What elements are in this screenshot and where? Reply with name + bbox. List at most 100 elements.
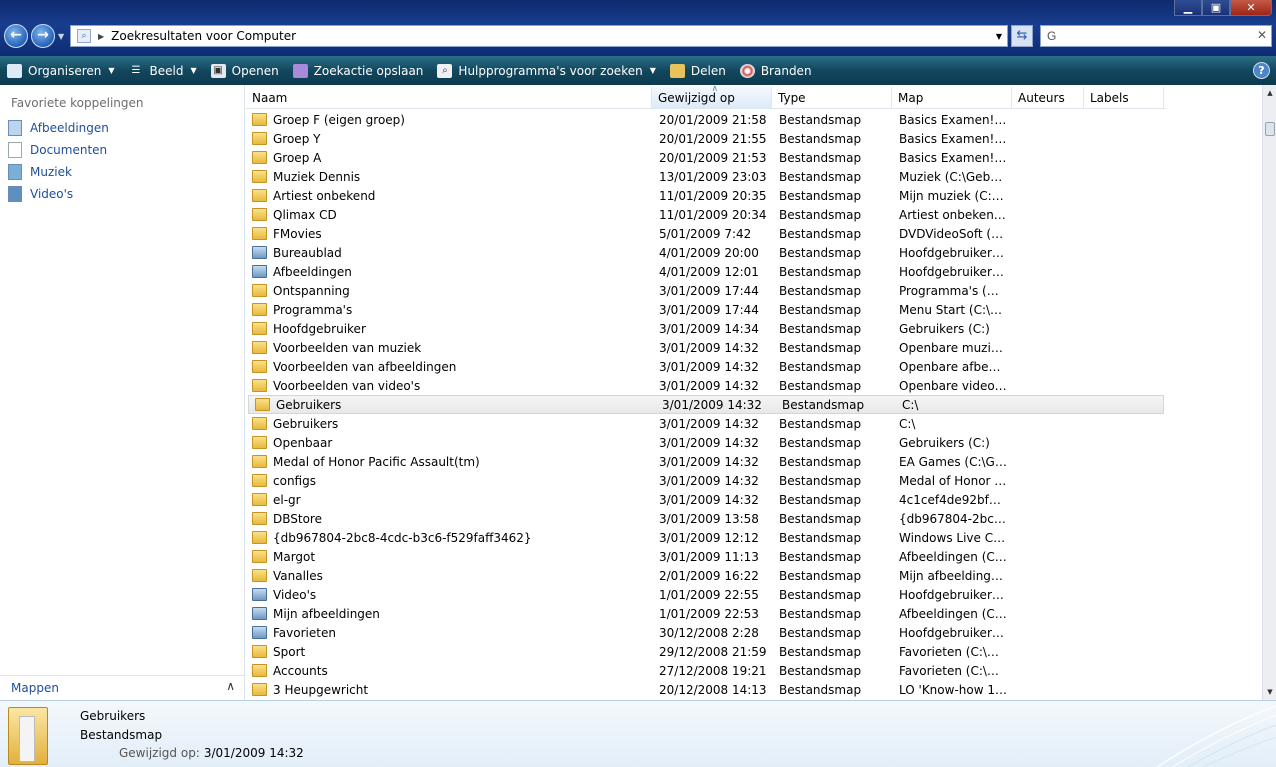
cell-name: Gebruikers xyxy=(249,398,655,412)
cell-name: Groep A xyxy=(246,151,652,165)
table-row[interactable]: Ontspanning 3/01/2009 17:44 Bestandsmap Pro… xyxy=(246,281,1262,300)
table-row[interactable]: Gebruikers 3/01/2009 14:32 Bestandsmap C:\ xyxy=(248,395,1164,414)
table-row[interactable]: 3 Heupgewricht 20/12/2008 14:13 Bestandsma… xyxy=(246,680,1262,699)
open-icon: ▣ xyxy=(210,63,226,78)
table-row[interactable]: Sport 29/12/2008 21:59 Bestandsmap Favoriet… xyxy=(246,642,1262,661)
table-row[interactable]: Artiest onbekend 11/01/2009 20:35 Bestands… xyxy=(246,186,1262,205)
address-path[interactable]: Zoekresultaten voor Computer xyxy=(111,29,991,43)
details-name: Gebruikers xyxy=(80,709,146,723)
table-row[interactable]: Bureaublad 4/01/2009 20:00 Bestandsmap Hoof… xyxy=(246,243,1262,262)
cell-date: 4/01/2009 20:00 xyxy=(659,245,759,260)
column-auteurs[interactable]: Auteurs xyxy=(1012,87,1084,109)
chevron-down-icon: ▼ xyxy=(649,66,656,75)
beeld-button[interactable]: ☰ Beeld ▼ xyxy=(122,56,204,85)
table-row[interactable]: Afbeeldingen 4/01/2009 12:01 Bestandsmap Ho… xyxy=(246,262,1262,281)
table-row[interactable]: Medal of Honor Pacific Assault(tm) 3/01/2… xyxy=(246,452,1262,471)
openen-button[interactable]: ▣ Openen xyxy=(204,56,286,85)
vertical-scrollbar[interactable]: ▲ ▼ xyxy=(1262,85,1276,700)
table-row[interactable]: Groep F (eigen groep) 20/01/2009 21:58 Bes… xyxy=(246,110,1262,129)
column-gewijzigd-op[interactable]: Gewijzigd op xyxy=(652,85,772,109)
column-type[interactable]: Type xyxy=(772,87,892,109)
table-row[interactable]: FMovies 5/01/2009 7:42 Bestandsmap DVDVideo… xyxy=(246,224,1262,243)
table-row[interactable]: configs 3/01/2009 14:32 Bestandsmap Medal o… xyxy=(246,471,1262,490)
help-button[interactable]: ? xyxy=(1253,62,1270,79)
table-row[interactable]: Voorbeelden van video's 3/01/2009 14:32 Be… xyxy=(246,376,1262,395)
maximize-button[interactable]: ▣ xyxy=(1202,0,1230,16)
cell-date: 3/01/2009 14:32 xyxy=(659,454,759,469)
address-dropdown-icon[interactable]: ▼ xyxy=(991,32,1007,41)
table-row[interactable]: Qlimax CD 11/01/2009 20:34 Bestandsmap Arti… xyxy=(246,205,1262,224)
column-naam[interactable]: Naam xyxy=(246,87,652,109)
clear-search-icon[interactable]: ✕ xyxy=(1257,28,1267,42)
back-button[interactable]: ← xyxy=(4,24,28,48)
search-folder-icon: ⌕ xyxy=(77,29,91,43)
recent-pages-dropdown-icon[interactable]: ▼ xyxy=(58,32,64,41)
file-name: Hoofdgebruiker xyxy=(273,321,366,336)
cell-map: Windows Live Co... xyxy=(899,530,1007,545)
cell-type: Bestandsmap xyxy=(779,245,862,260)
table-row[interactable]: Hoofdgebruiker 3/01/2009 14:34 Bestandsmap… xyxy=(246,319,1262,338)
cell-map: Mijn muziek (C:\G... xyxy=(899,188,1007,203)
cell-name: DBStore xyxy=(246,512,652,526)
cell-map: Gebruikers (C:) xyxy=(899,435,990,450)
table-row[interactable]: Vanalles 2/01/2009 16:22 Bestandsmap Mijn a… xyxy=(246,566,1262,585)
cell-type: Bestandsmap xyxy=(779,150,862,165)
table-row[interactable]: {db967804-2bc8-4cdc-b3c6-f529faff3462} 3/… xyxy=(246,528,1262,547)
folders-label: Mappen xyxy=(11,681,59,695)
details-type: Bestandsmap xyxy=(80,728,163,742)
column-labels[interactable]: Labels xyxy=(1084,87,1164,109)
search-box[interactable]: ✕ xyxy=(1040,25,1272,47)
breadcrumb-separator-icon[interactable]: ▶ xyxy=(98,32,104,41)
scroll-down-icon[interactable]: ▼ xyxy=(1263,684,1276,700)
close-button[interactable]: ✕ xyxy=(1230,0,1272,16)
nav-item-videos[interactable]: Video's xyxy=(8,184,73,204)
file-name: Voorbeelden van muziek xyxy=(273,340,422,355)
table-row[interactable]: Voorbeelden van afbeeldingen 3/01/2009 14… xyxy=(246,357,1262,376)
branden-button[interactable]: Branden xyxy=(733,56,819,85)
table-row[interactable]: DBStore 3/01/2009 13:58 Bestandsmap {db9678… xyxy=(246,509,1262,528)
views-icon: ☰ xyxy=(131,64,141,76)
cell-type: Bestandsmap xyxy=(779,416,862,431)
table-row[interactable]: Muziek Dennis 13/01/2009 23:03 Bestandsmap… xyxy=(246,167,1262,186)
forward-button[interactable]: → xyxy=(31,24,55,48)
folder-icon xyxy=(252,607,267,620)
scroll-thumb[interactable] xyxy=(1265,122,1275,136)
search-input[interactable] xyxy=(1041,26,1251,46)
table-row[interactable]: Voorbeelden van muziek 3/01/2009 14:32 Bes… xyxy=(246,338,1262,357)
nav-item-documenten[interactable]: Documenten xyxy=(8,140,107,160)
cell-map: Artiest onbekend (... xyxy=(899,207,1007,222)
table-row[interactable]: Favorieten 30/12/2008 2:28 Bestandsmap Hoof… xyxy=(246,623,1262,642)
table-row[interactable]: Margot 3/01/2009 11:13 Bestandsmap Afbeeldi… xyxy=(246,547,1262,566)
table-row[interactable]: Groep A 20/01/2009 21:53 Bestandsmap Basics… xyxy=(246,148,1262,167)
organiseren-button[interactable]: Organiseren ▼ xyxy=(0,56,122,85)
table-row[interactable]: Gebruikers 3/01/2009 14:32 Bestandsmap C:\ xyxy=(246,414,1262,433)
minimize-button[interactable]: ▁ xyxy=(1174,0,1202,16)
refresh-button[interactable]: ⇆ xyxy=(1011,25,1033,47)
cell-date: 3/01/2009 14:32 xyxy=(659,378,759,393)
table-row[interactable]: Accounts 27/12/2008 19:21 Bestandsmap Favor… xyxy=(246,661,1262,680)
scroll-up-icon[interactable]: ▲ xyxy=(1263,85,1276,101)
cell-name: Medal of Honor Pacific Assault(tm) xyxy=(246,455,652,469)
nav-item-afbeeldingen[interactable]: Afbeeldingen xyxy=(8,118,109,138)
refresh-icon: ⇆ xyxy=(1016,28,1028,43)
table-row[interactable]: Openbaar 3/01/2009 14:32 Bestandsmap Gebrui… xyxy=(246,433,1262,452)
table-row[interactable]: Video's 1/01/2009 22:55 Bestandsmap Hoofdge… xyxy=(246,585,1262,604)
cell-type: Bestandsmap xyxy=(779,283,862,298)
table-row[interactable]: Programma's 3/01/2009 17:44 Bestandsmap Men… xyxy=(246,300,1262,319)
cell-map: Mijn afbeeldingen... xyxy=(899,568,1007,583)
folders-toggle[interactable]: Mappen ∧ xyxy=(0,675,245,700)
zoekactie-opslaan-button[interactable]: Zoekactie opslaan xyxy=(286,56,431,85)
cell-date: 1/01/2009 22:53 xyxy=(659,606,759,621)
table-row[interactable]: Groep Y 20/01/2009 21:55 Bestandsmap Basics… xyxy=(246,129,1262,148)
hulpprogrammas-button[interactable]: ⌕ Hulpprogramma's voor zoeken ▼ xyxy=(430,56,662,85)
openen-label: Openen xyxy=(231,63,279,78)
table-row[interactable]: el-gr 3/01/2009 14:32 Bestandsmap 4c1cef4de… xyxy=(246,490,1262,509)
folder-icon xyxy=(255,398,270,411)
folder-icon xyxy=(252,265,267,278)
table-row[interactable]: Mijn afbeeldingen 1/01/2009 22:53 Bestands… xyxy=(246,604,1262,623)
column-map[interactable]: Map xyxy=(892,87,1012,109)
nav-item-muziek[interactable]: Muziek xyxy=(8,162,72,182)
cell-map: Hoofdgebruiker (... xyxy=(899,264,1007,279)
delen-button[interactable]: Delen xyxy=(663,56,733,85)
address-bar[interactable]: ⌕ ▶ Zoekresultaten voor Computer ▼ xyxy=(70,25,1008,47)
